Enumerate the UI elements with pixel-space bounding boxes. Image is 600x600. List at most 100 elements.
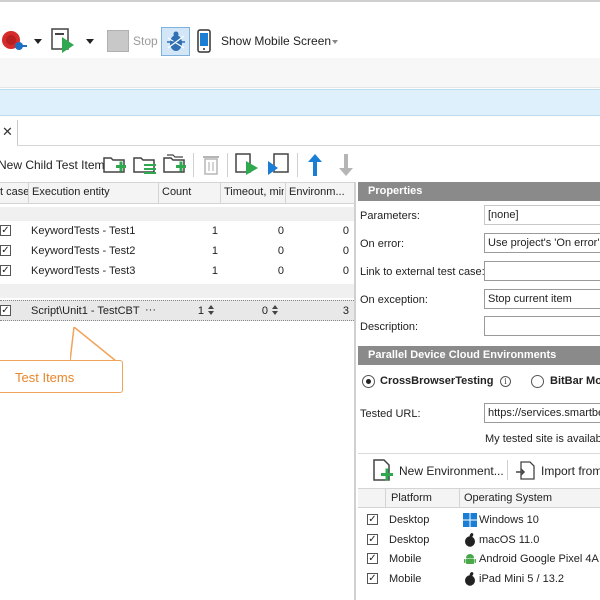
on-error-label: On error:	[360, 238, 405, 250]
count-spinner[interactable]	[208, 305, 214, 316]
timeout-cell: 0	[277, 225, 284, 237]
record-dropdown-arrow[interactable]	[34, 39, 42, 44]
bitbar-radio[interactable]	[531, 375, 544, 388]
availability-hint: My tested site is availabl	[485, 433, 600, 445]
callout-text: Test Items	[15, 370, 75, 385]
platform-cell: Mobile	[389, 573, 422, 585]
parameters-label: Parameters:	[360, 210, 420, 222]
column-divider	[158, 183, 159, 203]
stop-button-label[interactable]: Stop	[133, 34, 158, 48]
operating-system-cell: Windows 10	[479, 514, 539, 526]
crossbrowsertesting-radio[interactable]	[362, 375, 375, 388]
ellipsis-button[interactable]: ···	[145, 304, 156, 316]
environment-row[interactable]: ✓ Desktop macOS 11.0	[358, 530, 600, 549]
timeout-cell[interactable]: 0	[232, 305, 268, 317]
properties-title: Properties	[368, 185, 423, 197]
timeout-spinner[interactable]	[272, 305, 278, 316]
android-icon	[464, 554, 476, 564]
enabled-checkbox[interactable]: ✓	[0, 305, 11, 316]
info-bar	[0, 89, 600, 116]
execution-entity-cell: KeywordTests - Test2	[31, 245, 136, 257]
enabled-checkbox[interactable]: ✓	[0, 225, 11, 236]
info-icon[interactable]: i	[500, 376, 511, 387]
tab-divider	[17, 120, 18, 146]
tested-url-field[interactable]: https://services.smartbe	[484, 403, 600, 423]
add-group-icon[interactable]	[162, 152, 188, 178]
on-exception-select[interactable]: Stop current item	[484, 289, 600, 309]
column-header-operating-system[interactable]: Operating System	[464, 492, 552, 504]
column-header-execution-entity[interactable]: Execution entity	[32, 186, 158, 198]
crossbrowsertesting-label[interactable]: CrossBrowserTesting	[380, 375, 494, 387]
timeout-cell: 0	[277, 245, 284, 257]
count-cell[interactable]: 1	[170, 305, 204, 317]
column-header-platform[interactable]: Platform	[391, 492, 432, 504]
enabled-checkbox[interactable]: ✓	[0, 265, 11, 276]
mobile-dropdown-arrow[interactable]	[332, 40, 338, 44]
environments-cell: 0	[342, 245, 349, 257]
enabled-checkbox[interactable]: ✓	[0, 245, 11, 256]
environment-row[interactable]: ✓ Mobile iPad Mini 5 / 13.2	[358, 569, 600, 588]
new-environment-icon[interactable]	[371, 458, 397, 484]
environment-checkbox[interactable]: ✓	[367, 553, 378, 564]
apple-icon	[465, 533, 475, 547]
column-divider	[28, 183, 29, 203]
environment-row[interactable]: ✓ Mobile Android Google Pixel 4A /	[358, 549, 600, 568]
group-row	[0, 207, 354, 221]
column-header-test-case[interactable]: t case	[0, 186, 28, 198]
mobile-screen-icon[interactable]	[196, 29, 212, 53]
count-cell: 1	[211, 245, 218, 257]
record-icon[interactable]	[0, 28, 28, 54]
operating-system-cell: Android Google Pixel 4A /	[479, 553, 600, 565]
new-child-test-item-button[interactable]: New Child Test Item	[0, 158, 104, 172]
import-icon[interactable]	[514, 460, 536, 482]
import-from-button[interactable]: Import from	[541, 464, 600, 478]
run-selected-icon[interactable]	[234, 152, 260, 178]
table-row-selected[interactable]: ✓ Script\Unit1 - TestCBT ··· 1 0 3	[0, 300, 354, 321]
table-row[interactable]: ✓ KeywordTests - Test1 1 0 0	[0, 222, 354, 241]
table-row[interactable]: ✓ KeywordTests - Test3 1 0 0	[0, 262, 354, 281]
environment-row[interactable]: ✓ Desktop Windows 10	[358, 510, 600, 529]
column-header-environments[interactable]: Environm...	[289, 186, 352, 198]
run-dropdown-arrow[interactable]	[86, 39, 94, 44]
delete-icon[interactable]	[201, 153, 221, 177]
column-header-timeout[interactable]: Timeout, min	[224, 186, 284, 198]
add-folder-icon[interactable]	[102, 152, 128, 178]
toolbar-separator	[297, 153, 298, 177]
run-focused-icon[interactable]	[266, 152, 292, 178]
parameters-field[interactable]: [none]	[484, 205, 600, 225]
description-label: Description:	[360, 321, 419, 333]
on-error-select[interactable]: Use project's 'On error' p	[484, 233, 600, 253]
move-up-icon[interactable]	[306, 152, 324, 178]
execution-entity-cell: Script\Unit1 - TestCBT	[31, 305, 140, 317]
table-row[interactable]: ✓ KeywordTests - Test2 1 0 0	[0, 242, 354, 261]
column-divider	[459, 489, 460, 507]
column-divider	[285, 183, 286, 203]
move-down-icon[interactable]	[337, 152, 355, 178]
column-divider	[385, 489, 386, 507]
apple-icon	[465, 572, 475, 586]
tab-close-icon[interactable]: ✕	[2, 124, 13, 140]
windows-icon	[463, 513, 477, 527]
operating-system-cell: iPad Mini 5 / 13.2	[479, 573, 564, 585]
environment-checkbox[interactable]: ✓	[367, 534, 378, 545]
stop-icon[interactable]	[107, 30, 129, 52]
parallel-environments-title: Parallel Device Cloud Environments	[368, 349, 557, 361]
new-environment-button[interactable]: New Environment...	[399, 464, 504, 478]
description-field[interactable]	[484, 316, 600, 336]
window-top-border	[0, 0, 600, 2]
run-test-icon[interactable]	[50, 27, 78, 55]
toolbar-separator	[507, 460, 508, 480]
bitbar-label[interactable]: BitBar Mo	[550, 375, 600, 387]
show-mobile-screen-label[interactable]: Show Mobile Screen	[221, 34, 331, 48]
panel-splitter[interactable]	[354, 182, 356, 600]
add-list-icon[interactable]	[132, 152, 158, 178]
timeout-cell: 0	[277, 265, 284, 277]
environment-checkbox[interactable]: ✓	[367, 573, 378, 584]
column-header-count[interactable]: Count	[162, 186, 220, 198]
parallel-environments-header: Parallel Device Cloud Environments	[358, 346, 600, 365]
bug-icon	[167, 31, 185, 51]
toolbar-separator	[193, 153, 194, 177]
environment-checkbox[interactable]: ✓	[367, 514, 378, 525]
external-link-field[interactable]	[484, 261, 600, 281]
on-exception-label: On exception:	[360, 294, 428, 306]
